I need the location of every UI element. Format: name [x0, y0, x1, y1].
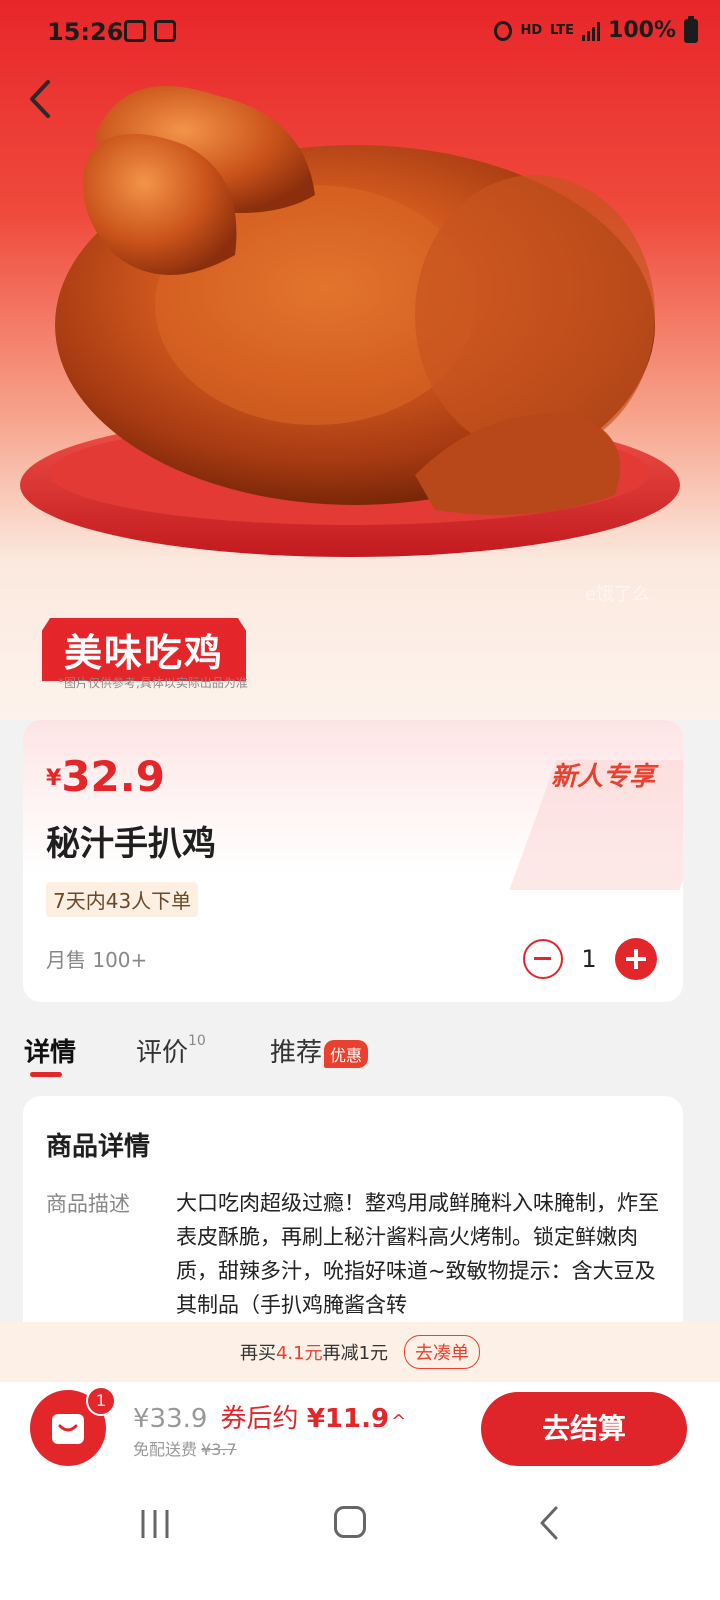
chevron-up-icon: ^	[391, 1411, 407, 1432]
battery-icon	[684, 15, 698, 43]
promo-prefix: 再买	[239, 1343, 276, 1364]
image-disclaimer: *图片仅供参考,具体以实际出品为准	[58, 676, 248, 690]
product-details-card: 商品详情 商品描述 大口吃肉超级过瘾！整鸡用咸鲜腌料入味腌制，炸至表皮酥脆，再刷…	[23, 1096, 683, 1356]
price-value: 32.9	[61, 752, 165, 801]
after-coupon-label: 券后约	[220, 1404, 299, 1434]
badge-title: 美味吃鸡	[42, 618, 247, 681]
lte-indicator: LTE	[550, 22, 575, 38]
product-price: ¥32.9	[46, 752, 165, 801]
increase-quantity-button[interactable]	[615, 938, 657, 980]
product-info-card: ¥32.9 新人专享 秘汁手扒鸡 7天内43人下单 月售 100+ 1	[23, 720, 683, 1002]
promo-bar: 再买 4.1元 再减1元 去凑单	[0, 1322, 720, 1382]
decrease-quantity-button[interactable]	[523, 939, 563, 979]
details-title: 商品详情	[46, 1132, 151, 1162]
status-time: 15:26	[47, 18, 124, 46]
checkout-bar: 1 ¥33.9 券后约 ¥11.9 ^ 免配送费 ¥3.7 去结算	[0, 1382, 720, 1482]
back-nav-icon[interactable]	[538, 1506, 560, 1540]
after-coupon-price[interactable]: 券后约 ¥11.9 ^	[221, 1404, 407, 1434]
new-user-tag: 新人专享	[550, 762, 655, 792]
add-more-button[interactable]: 去凑单	[404, 1335, 481, 1369]
roast-chicken-image	[20, 86, 680, 557]
image-icon	[154, 20, 176, 42]
alarm-icon	[494, 20, 513, 41]
orders-badge: 7天内43人下单	[46, 882, 199, 917]
active-tab-indicator	[30, 1072, 62, 1077]
promo-amount: 4.1元	[275, 1343, 323, 1364]
delivery-fee: 免配送费 ¥3.7	[133, 1436, 237, 1460]
hd-indicator: HD	[520, 22, 543, 38]
free-delivery-label: 免配送费	[133, 1440, 198, 1459]
cart-count-badge: 1	[86, 1386, 116, 1416]
system-navigation-bar	[0, 1482, 720, 1600]
checkout-button[interactable]: 去结算	[481, 1392, 687, 1466]
promo-badge: 美味吃鸡 *图片仅供参考,具体以实际出品为准	[42, 618, 248, 690]
monthly-sales: 月售 100+	[46, 948, 148, 972]
tab-recommend[interactable]: 推荐 优惠	[270, 1032, 369, 1069]
promo-suffix: 再减1元	[322, 1343, 389, 1364]
currency-symbol: ¥	[46, 766, 62, 791]
status-notification-icons	[124, 20, 176, 42]
watermark-logo: e饿了么	[585, 584, 651, 605]
signal-icon	[582, 21, 601, 41]
home-icon[interactable]	[334, 1506, 366, 1538]
tab-details[interactable]: 详情	[24, 1032, 76, 1069]
quantity-stepper: 1	[523, 938, 657, 980]
total-price: ¥33.9	[133, 1404, 208, 1434]
tab-recommend-label: 推荐	[270, 1038, 323, 1068]
battery-percent: 100%	[608, 18, 676, 43]
tab-reviews-label: 评价	[136, 1038, 189, 1068]
after-coupon-value: ¥11.9	[306, 1404, 390, 1434]
nfc-icon	[124, 20, 146, 42]
description-text: 大口吃肉超级过瘾！整鸡用咸鲜腌料入味腌制，炸至表皮酥脆，再刷上秘汁酱料高火烤制。…	[176, 1191, 659, 1317]
description-label: 商品描述	[46, 1192, 130, 1216]
tab-details-label: 详情	[24, 1038, 77, 1068]
review-count: 10	[188, 1033, 206, 1050]
detail-tabs: 详情 评价10 推荐 优惠	[0, 1028, 720, 1084]
quantity-value: 1	[581, 945, 597, 973]
status-right: HD LTE 100%	[494, 15, 698, 43]
original-delivery-fee: ¥3.7	[201, 1440, 237, 1459]
price-summary: ¥33.9 券后约 ¥11.9 ^	[133, 1398, 406, 1435]
product-name: 秘汁手扒鸡	[46, 824, 216, 864]
tab-reviews[interactable]: 评价10	[136, 1032, 206, 1069]
product-hero-image: 15:26 HD LTE 100% e饿了么 美味吃鸡 *图片仅供参考,具体以实…	[0, 0, 720, 720]
discount-badge: 优惠	[324, 1039, 369, 1068]
recent-apps-icon[interactable]	[140, 1508, 170, 1540]
